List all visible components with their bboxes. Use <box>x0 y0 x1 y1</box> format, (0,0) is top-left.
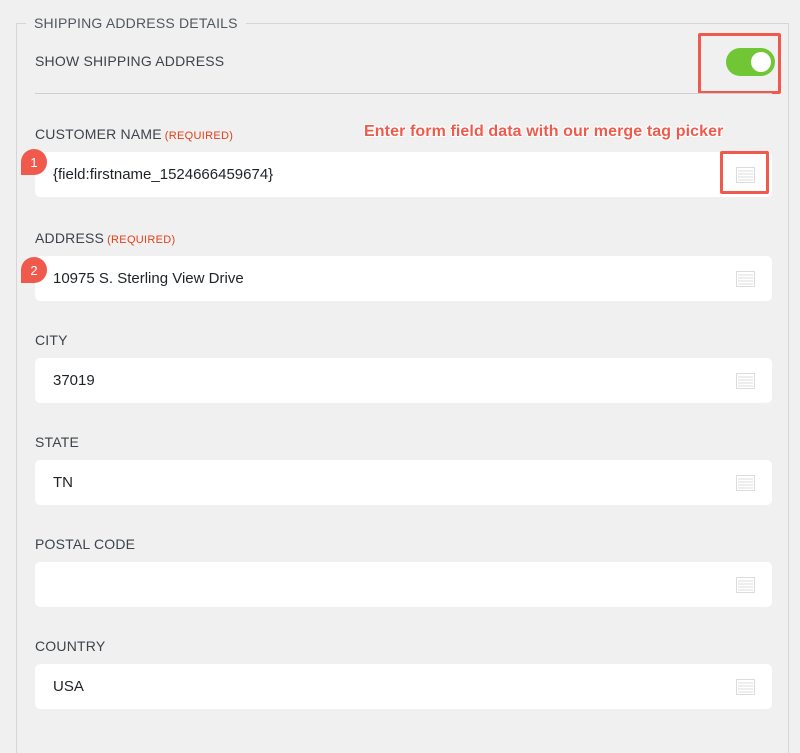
toggle-knob <box>751 52 771 72</box>
show-shipping-address-label: SHOW SHIPPING ADDRESS <box>35 53 225 69</box>
city-input[interactable]: 37019 <box>35 358 772 403</box>
required-tag: (REQUIRED) <box>107 234 176 246</box>
required-tag: (REQUIRED) <box>164 130 234 142</box>
step-badge-1: 1 <box>21 149 47 175</box>
customer-name-label: CUSTOMER NAME (REQUIRED) <box>35 126 233 142</box>
customer-name-label-text: CUSTOMER NAME <box>35 126 162 142</box>
step-badge-2: 2 <box>21 257 47 283</box>
merge-tag-icon[interactable] <box>736 576 755 593</box>
country-label: COUNTRY <box>35 638 106 654</box>
customer-name-value: {field:firstname_1524666459674} <box>53 166 274 183</box>
customer-name-input[interactable]: {field:firstname_1524666459674} <box>35 152 772 197</box>
state-value: TN <box>53 474 73 491</box>
postal-code-input[interactable] <box>35 562 772 607</box>
section-divider <box>35 93 772 94</box>
merge-tag-icon[interactable] <box>736 372 755 389</box>
postal-code-label: POSTAL CODE <box>35 536 136 552</box>
step-badge-1-number: 1 <box>30 154 38 170</box>
address-value: 10975 S. Sterling View Drive <box>53 270 244 287</box>
address-input[interactable]: 10975 S. Sterling View Drive <box>35 256 772 301</box>
merge-tag-annotation: Enter form field data with our merge tag… <box>364 123 724 140</box>
merge-tag-icon[interactable] <box>736 678 755 695</box>
step-badge-2-number: 2 <box>30 262 38 278</box>
merge-tag-picker-highlight <box>720 151 769 194</box>
state-input[interactable]: TN <box>35 460 772 505</box>
merge-tag-icon[interactable] <box>736 270 755 287</box>
merge-tag-icon[interactable] <box>736 474 755 491</box>
country-value: USA <box>53 678 84 695</box>
section-legend: SHIPPING ADDRESS DETAILS <box>26 15 246 31</box>
country-input[interactable]: USA <box>35 664 772 709</box>
address-label-text: ADDRESS <box>35 230 105 246</box>
state-label: STATE <box>35 434 80 450</box>
city-value: 37019 <box>53 372 95 389</box>
address-label: ADDRESS (REQUIRED) <box>35 230 175 246</box>
show-shipping-address-toggle[interactable] <box>726 48 775 76</box>
city-label: CITY <box>35 332 68 348</box>
